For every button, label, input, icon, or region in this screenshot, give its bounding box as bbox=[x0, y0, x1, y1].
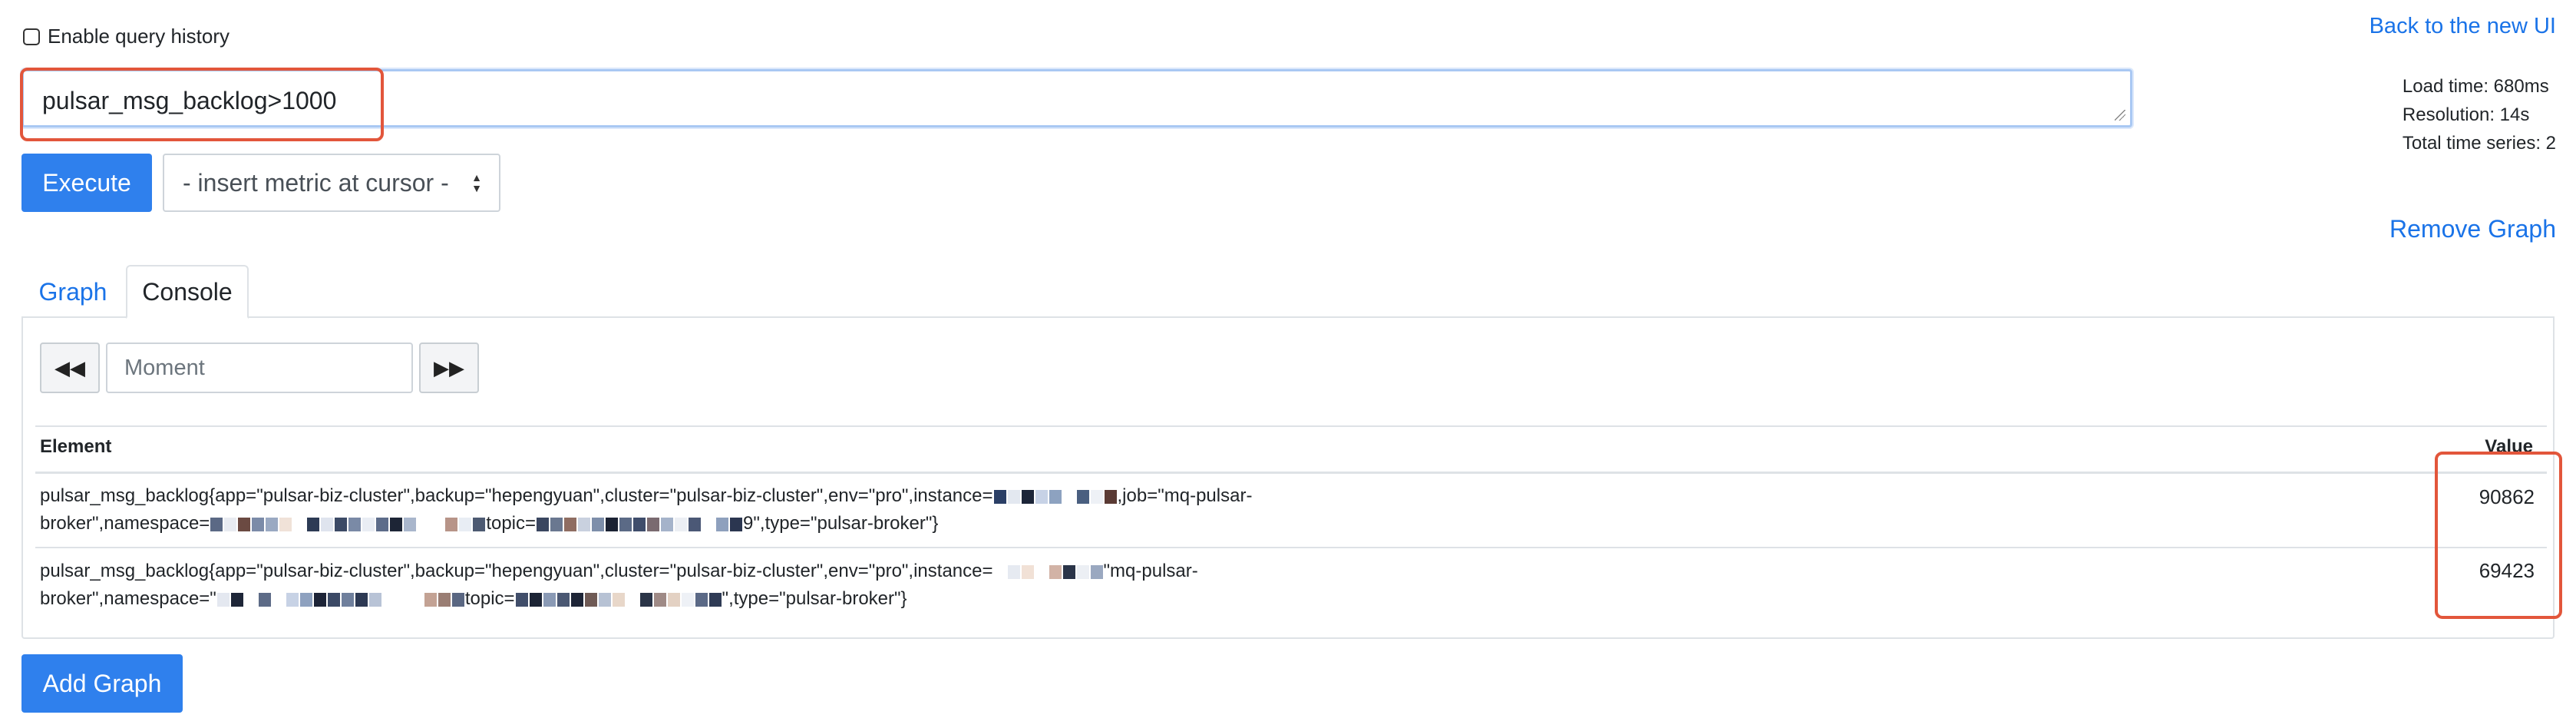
row2-line1: pulsar_msg_backlog{app="pulsar-biz-clust… bbox=[40, 561, 993, 581]
tab-console[interactable]: Console bbox=[126, 265, 249, 319]
remove-graph-link[interactable]: Remove Graph bbox=[2389, 215, 2556, 243]
moment-input[interactable]: Moment bbox=[106, 342, 413, 393]
element-header: Element bbox=[40, 436, 112, 457]
insert-metric-label: - insert metric at cursor - bbox=[183, 168, 449, 197]
header-rule bbox=[35, 472, 2547, 474]
row-divider bbox=[35, 547, 2547, 548]
load-time: Load time: 680ms bbox=[2402, 76, 2549, 97]
moment-forward-button[interactable]: ▶▶ bbox=[419, 342, 479, 393]
query-history-label: Enable query history bbox=[48, 25, 230, 48]
table-top-rule bbox=[35, 425, 2547, 427]
row2-line2-head: broker",namespace=" bbox=[40, 588, 216, 609]
row1-line1-tail: ,job="mq-pulsar- bbox=[1117, 485, 1253, 506]
add-graph-button[interactable]: Add Graph bbox=[21, 654, 183, 713]
row1-line2-head: broker",namespace= bbox=[40, 513, 210, 534]
total-series: Total time series: 2 bbox=[2402, 133, 2556, 154]
expression-highlight bbox=[20, 68, 384, 141]
row1-line2-mid: topic= bbox=[486, 513, 537, 534]
row2-line1-tail: "mq-pulsar- bbox=[1103, 561, 1198, 581]
row2-line2-tail: ",type="pulsar-broker"} bbox=[722, 588, 907, 609]
row1-line2-tail: 9",type="pulsar-broker"} bbox=[743, 513, 939, 534]
fast-backward-icon: ◀◀ bbox=[54, 356, 85, 379]
resize-handle-icon[interactable] bbox=[2115, 110, 2125, 121]
insert-metric-select[interactable]: - insert metric at cursor - ▲ ▼ bbox=[163, 154, 500, 212]
query-history-toggle[interactable]: Enable query history bbox=[23, 25, 230, 48]
resolution: Resolution: 14s bbox=[2402, 104, 2530, 125]
back-to-new-ui-link[interactable]: Back to the new UI bbox=[2370, 14, 2556, 39]
table-row: pulsar_msg_backlog{app="pulsar-biz-clust… bbox=[40, 482, 1252, 538]
row2-line2-mid: topic= bbox=[464, 588, 515, 609]
table-row: pulsar_msg_backlog{app="pulsar-biz-clust… bbox=[40, 558, 1198, 613]
fast-forward-icon: ▶▶ bbox=[434, 356, 464, 379]
query-history-checkbox[interactable] bbox=[23, 28, 40, 45]
execute-button[interactable]: Execute bbox=[21, 154, 152, 212]
value-highlight bbox=[2435, 452, 2562, 619]
select-arrows-icon: ▲ ▼ bbox=[471, 171, 482, 194]
moment-back-button[interactable]: ◀◀ bbox=[40, 342, 100, 393]
row1-line1: pulsar_msg_backlog{app="pulsar-biz-clust… bbox=[40, 485, 993, 506]
query-stats: Load time: 680ms Resolution: 14s Total t… bbox=[2403, 72, 2556, 157]
tab-graph[interactable]: Graph bbox=[23, 265, 123, 319]
